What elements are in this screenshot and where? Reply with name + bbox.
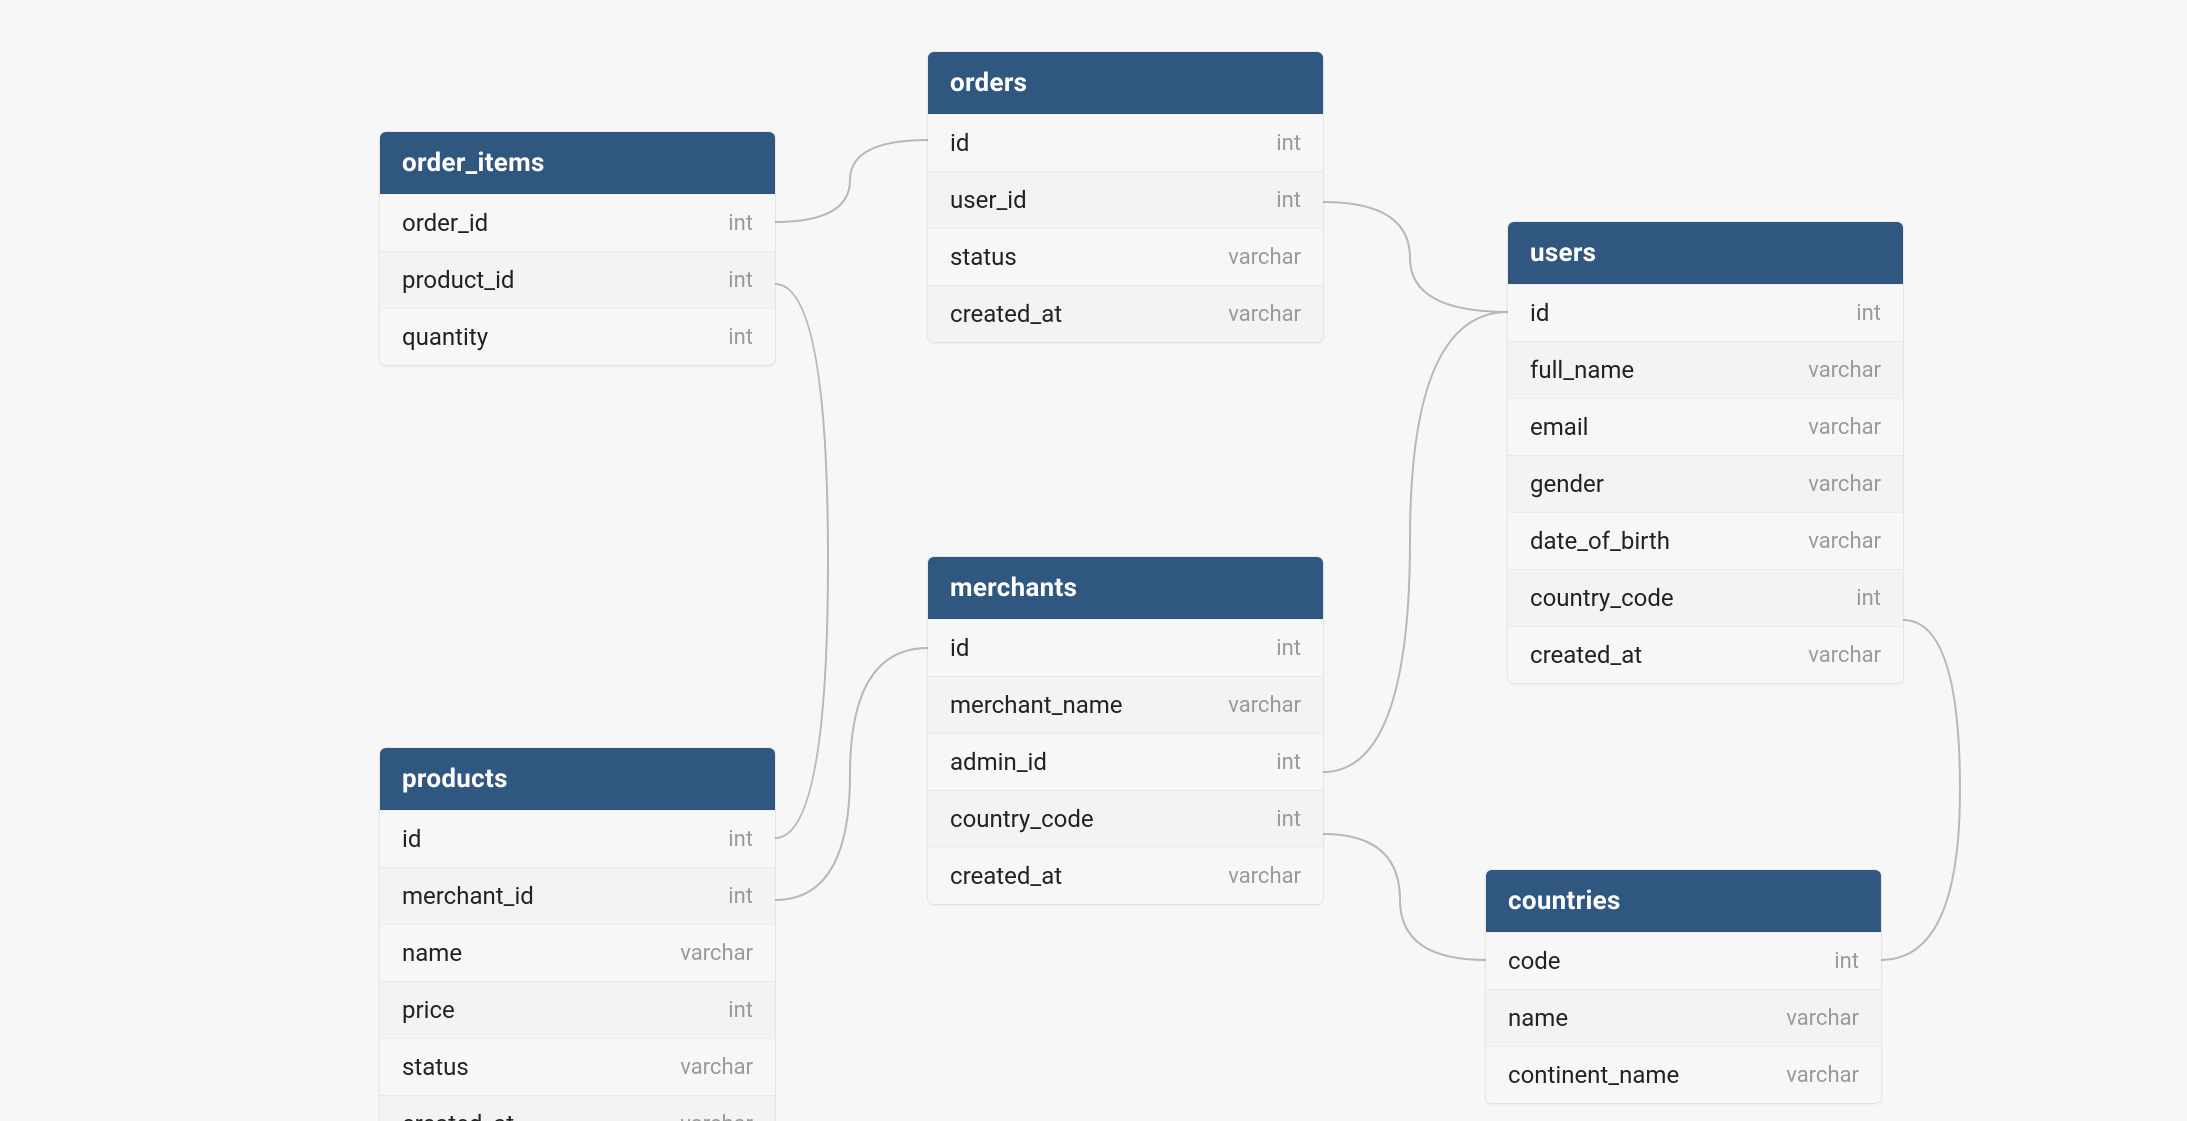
column-row[interactable]: code int xyxy=(1486,932,1881,989)
column-row[interactable]: created_at varchar xyxy=(380,1095,775,1121)
column-row[interactable]: id int xyxy=(1508,284,1903,341)
column-row[interactable]: quantity int xyxy=(380,308,775,365)
table-header: countries xyxy=(1486,870,1881,932)
column-name: country_code xyxy=(1530,584,1674,612)
column-name: status xyxy=(950,243,1017,271)
column-row[interactable]: country_code int xyxy=(1508,569,1903,626)
column-name: date_of_birth xyxy=(1530,527,1670,555)
column-name: price xyxy=(402,996,455,1024)
column-row[interactable]: created_at varchar xyxy=(928,847,1323,904)
column-type: varchar xyxy=(1228,245,1301,270)
column-row[interactable]: gender varchar xyxy=(1508,455,1903,512)
column-type: int xyxy=(728,998,753,1023)
column-row[interactable]: price int xyxy=(380,981,775,1038)
table-merchants[interactable]: merchants id int merchant_name varchar a… xyxy=(928,557,1323,904)
column-name: name xyxy=(1508,1004,1568,1032)
column-row[interactable]: name varchar xyxy=(380,924,775,981)
column-name: admin_id xyxy=(950,748,1047,776)
column-type: int xyxy=(1834,949,1859,974)
column-name: created_at xyxy=(1530,641,1642,669)
column-row[interactable]: name varchar xyxy=(1486,989,1881,1046)
column-type: int xyxy=(1276,636,1301,661)
column-type: varchar xyxy=(1228,864,1301,889)
column-row[interactable]: status varchar xyxy=(928,228,1323,285)
table-header: order_items xyxy=(380,132,775,194)
table-countries[interactable]: countries code int name varchar continen… xyxy=(1486,870,1881,1103)
column-name: id xyxy=(950,634,969,662)
column-name: created_at xyxy=(402,1110,514,1121)
column-type: int xyxy=(1276,188,1301,213)
column-name: id xyxy=(1530,299,1549,327)
column-type: int xyxy=(1856,301,1881,326)
erd-canvas[interactable]: order_items order_id int product_id int … xyxy=(0,0,2187,1121)
column-type: varchar xyxy=(1786,1006,1859,1031)
column-row[interactable]: merchant_name varchar xyxy=(928,676,1323,733)
column-type: varchar xyxy=(1228,693,1301,718)
column-row[interactable]: id int xyxy=(380,810,775,867)
column-name: quantity xyxy=(402,323,488,351)
column-type: int xyxy=(1856,586,1881,611)
column-type: varchar xyxy=(680,941,753,966)
column-name: code xyxy=(1508,947,1561,975)
column-type: int xyxy=(1276,131,1301,156)
column-row[interactable]: created_at varchar xyxy=(928,285,1323,342)
column-row[interactable]: email varchar xyxy=(1508,398,1903,455)
column-type: varchar xyxy=(1808,529,1881,554)
column-row[interactable]: created_at varchar xyxy=(1508,626,1903,683)
column-row[interactable]: admin_id int xyxy=(928,733,1323,790)
table-header: users xyxy=(1508,222,1903,284)
column-name: continent_name xyxy=(1508,1061,1679,1089)
column-row[interactable]: country_code int xyxy=(928,790,1323,847)
column-name: product_id xyxy=(402,266,514,294)
column-name: created_at xyxy=(950,300,1062,328)
table-header: merchants xyxy=(928,557,1323,619)
column-name: full_name xyxy=(1530,356,1634,384)
table-orders[interactable]: orders id int user_id int status varchar… xyxy=(928,52,1323,342)
column-type: varchar xyxy=(1808,643,1881,668)
column-name: id xyxy=(402,825,421,853)
column-row[interactable]: status varchar xyxy=(380,1038,775,1095)
column-row[interactable]: user_id int xyxy=(928,171,1323,228)
column-name: user_id xyxy=(950,186,1027,214)
column-name: name xyxy=(402,939,462,967)
column-type: int xyxy=(728,827,753,852)
column-type: int xyxy=(728,884,753,909)
column-type: int xyxy=(1276,807,1301,832)
table-header: products xyxy=(380,748,775,810)
table-header: orders xyxy=(928,52,1323,114)
column-type: int xyxy=(728,268,753,293)
table-users[interactable]: users id int full_name varchar email var… xyxy=(1508,222,1903,683)
column-type: varchar xyxy=(1808,472,1881,497)
column-row[interactable]: id int xyxy=(928,114,1323,171)
column-type: varchar xyxy=(1786,1063,1859,1088)
column-name: status xyxy=(402,1053,469,1081)
column-type: int xyxy=(728,211,753,236)
column-name: merchant_name xyxy=(950,691,1123,719)
column-row[interactable]: merchant_id int xyxy=(380,867,775,924)
column-row[interactable]: order_id int xyxy=(380,194,775,251)
column-name: email xyxy=(1530,413,1589,441)
column-type: varchar xyxy=(1228,302,1301,327)
column-type: varchar xyxy=(680,1055,753,1080)
column-row[interactable]: product_id int xyxy=(380,251,775,308)
column-type: int xyxy=(728,325,753,350)
column-name: id xyxy=(950,129,969,157)
table-order-items[interactable]: order_items order_id int product_id int … xyxy=(380,132,775,365)
table-products[interactable]: products id int merchant_id int name var… xyxy=(380,748,775,1121)
column-row[interactable]: full_name varchar xyxy=(1508,341,1903,398)
column-type: int xyxy=(1276,750,1301,775)
column-name: merchant_id xyxy=(402,882,534,910)
column-type: varchar xyxy=(1808,358,1881,383)
column-type: varchar xyxy=(680,1112,753,1121)
column-name: country_code xyxy=(950,805,1094,833)
column-row[interactable]: continent_name varchar xyxy=(1486,1046,1881,1103)
column-row[interactable]: date_of_birth varchar xyxy=(1508,512,1903,569)
column-name: created_at xyxy=(950,862,1062,890)
column-type: varchar xyxy=(1808,415,1881,440)
column-name: gender xyxy=(1530,470,1604,498)
column-name: order_id xyxy=(402,209,488,237)
column-row[interactable]: id int xyxy=(928,619,1323,676)
